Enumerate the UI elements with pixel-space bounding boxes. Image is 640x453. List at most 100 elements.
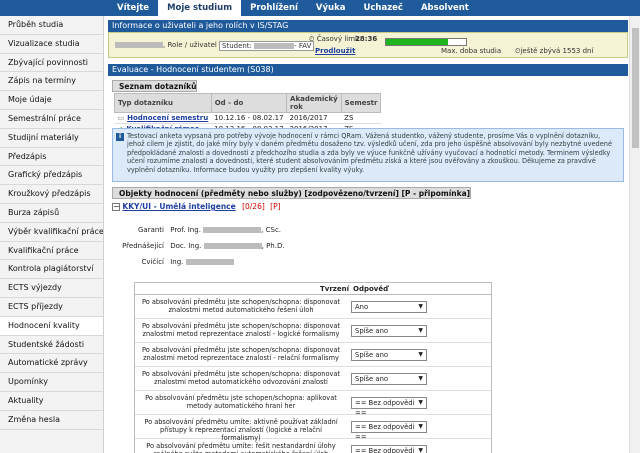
statement-text: Po absolvování předmětu umíte: řešit nes… xyxy=(146,442,336,453)
sidebar-item-6[interactable]: Studijní materiály xyxy=(0,129,103,148)
sidebar-item-7[interactable]: Předzápis xyxy=(0,148,103,167)
sidebar-item-13[interactable]: Kontrola plagiátorství xyxy=(0,260,103,280)
sidebar: Průběh studia Vizualizace studia Zbývající… xyxy=(0,16,104,453)
questionnaire-link[interactable]: Hodnocení semestru xyxy=(127,114,208,122)
chevron-down-icon: ▼ xyxy=(418,375,423,382)
sidebar-item-10[interactable]: Burza zápisů xyxy=(0,204,103,223)
sidebar-item-4[interactable]: Moje údaje xyxy=(0,91,103,110)
guarantor-suffix: , CSc. xyxy=(261,226,282,234)
sidebar-item-8[interactable]: Grafický předzápis xyxy=(0,166,103,186)
clock-icon: ⏲ xyxy=(309,35,315,43)
chevron-down-icon: ▼ xyxy=(418,447,423,453)
nav-tab-2[interactable]: Prohlížení xyxy=(241,0,307,16)
answer-select[interactable]: == Bez odpovědi ==▼ xyxy=(351,397,427,417)
course-line: − KKY/UI - Umělá inteligence [0/26] [P] xyxy=(112,202,281,211)
chevron-down-icon: ▼ xyxy=(418,399,423,406)
sidebar-item-3[interactable]: Zápis na termíny xyxy=(0,72,103,92)
student-label: Student: xyxy=(222,42,252,50)
sidebar-item-18[interactable]: Automatické zprávy xyxy=(0,354,103,374)
sidebar-item-2[interactable]: Zbývající povinnosti xyxy=(0,54,103,73)
evaluation-row: Po absolvování předmětu umíte: aktivně p… xyxy=(135,415,491,442)
answer-value: Spíše ano xyxy=(355,351,389,359)
remaining-days: ⏲ještě zbývá 1553 dní xyxy=(515,47,593,56)
redacted-exerciser xyxy=(185,259,234,265)
questionnaire-semester-cell: ZS xyxy=(341,112,381,124)
chevron-down-icon: ▼ xyxy=(418,327,423,334)
main-content: Informace o uživateli a jeho rolích v IS… xyxy=(108,20,628,453)
chevron-down-icon: ▼ xyxy=(418,423,423,430)
sidebar-item-17[interactable]: Studentské žádosti xyxy=(0,336,103,355)
lecturer-row: Přednášející Doc. Ing. , Ph.D. xyxy=(114,242,285,250)
statement-text: Po absolvování předmětu jste schopen/sch… xyxy=(141,322,341,338)
nav-tab-1[interactable]: Moje studium xyxy=(158,0,242,16)
answer-value: == Bez odpovědi == xyxy=(355,447,415,453)
evaluation-row: Po absolvování předmětu umíte: řešit nes… xyxy=(135,439,491,453)
questionnaires-section: Seznam dotazníků xyxy=(112,80,198,92)
evaluation-title: Evaluace - Hodnocení studentem (S038) xyxy=(108,64,628,76)
sidebar-item-5[interactable]: Semestrální práce xyxy=(0,110,103,129)
sidebar-item-1[interactable]: Vizualizace studia xyxy=(0,35,103,54)
page-scrollbar[interactable] xyxy=(629,16,640,453)
statement-text: Po absolvování předmětu jste schopen/sch… xyxy=(145,394,337,410)
guarantor-row: Garanti Prof. Ing. , CSc. xyxy=(114,226,281,234)
answer-select[interactable]: Spíše ano ▼ xyxy=(351,325,427,337)
session-progress-bar xyxy=(385,38,467,46)
questionnaire-header-0: Typ dotazníku xyxy=(114,93,212,113)
doc-icon: ▭ xyxy=(117,114,125,122)
sidebar-item-21[interactable]: Změna hesla xyxy=(0,411,103,430)
info-icon: i xyxy=(116,133,124,141)
exerciser-label: Cvičící xyxy=(141,258,164,266)
answer-value: Ano xyxy=(355,303,369,311)
sidebar-item-19[interactable]: Upomínky xyxy=(0,373,103,392)
nav-tab-3[interactable]: Výuka xyxy=(307,0,355,16)
scrollbar-thumb[interactable] xyxy=(632,28,639,148)
questionnaire-header-1: Od - do xyxy=(210,93,288,113)
nav-tab-4[interactable]: Uchazeč xyxy=(354,0,411,16)
user-info-body: , Role / uživatel Student: - FAV ⏲ Časov… xyxy=(108,32,628,58)
remaining-days-text: ještě zbývá 1553 dní xyxy=(520,47,594,55)
exerciser-value: Ing. xyxy=(170,258,184,266)
redacted-guarantor xyxy=(203,227,262,233)
course-link[interactable]: KKY/UI - Umělá inteligence xyxy=(122,202,235,211)
nav-tab-0[interactable]: Vítejte xyxy=(108,0,158,16)
sidebar-item-16[interactable]: Hodnocení kvality xyxy=(0,316,103,336)
exerciser-row: Cvičící Ing. xyxy=(114,258,234,266)
evaluation-panel: Evaluace - Hodnocení studentem (S038) Se… xyxy=(108,64,628,453)
questionnaire-period-cell: 10.12.16 - 08.02.17 xyxy=(211,112,287,124)
objects-section: Objekty hodnocení (předměty nebo služby)… xyxy=(112,187,472,199)
role-label: , Role / uživatel xyxy=(163,41,217,49)
time-remaining: 28:36 xyxy=(355,35,378,43)
questionnaires-label: Seznam dotazníků xyxy=(112,80,198,92)
nav-tab-5[interactable]: Absolvent xyxy=(412,0,478,16)
sidebar-item-0[interactable]: Průběh studia xyxy=(0,16,103,35)
sidebar-item-20[interactable]: Aktuality xyxy=(0,392,103,411)
extend-session-link[interactable]: Prodloužit xyxy=(315,47,355,55)
statement-text: Po absolvování předmětu jste schopen/sch… xyxy=(141,346,341,362)
info-note: i Testovací anketa vypsaná pro potřeby v… xyxy=(112,128,624,182)
top-navigation: Vítejte Moje studium Prohlížení Výuka Uchaze… xyxy=(0,0,640,16)
max-study-duration: Max. doba studia xyxy=(441,47,502,55)
redacted-student xyxy=(254,43,295,49)
answer-select[interactable]: Spíše ano ▼ xyxy=(351,373,427,385)
answer-select[interactable]: Ano ▼ xyxy=(351,301,427,313)
guarantor-value: Prof. Ing. xyxy=(170,226,201,234)
statement-text: Po absolvování předmětu jste schopen/sch… xyxy=(141,370,341,386)
questionnaire-year-cell: 2016/2017 xyxy=(286,112,342,124)
student-field: Student: - FAV xyxy=(219,41,315,51)
remark-link[interactable]: [P] xyxy=(270,202,280,211)
sidebar-item-15[interactable]: ECTS příjezdy xyxy=(0,298,103,317)
sidebar-item-11[interactable]: Výběr kvalifikační práce xyxy=(0,223,103,242)
objects-label: Objekty hodnocení (předměty nebo služby)… xyxy=(112,187,472,199)
answer-select[interactable]: == Bez odpovědi ==▼ xyxy=(351,421,427,441)
answer-select[interactable]: Spíše ano ▼ xyxy=(351,349,427,361)
lecturer-label: Přednášející xyxy=(122,242,164,250)
sidebar-item-14[interactable]: ECTS výjezdy xyxy=(0,279,103,298)
questionnaire-header-2: Akademický rok xyxy=(286,93,342,113)
sidebar-item-12[interactable]: Kvalifikační práce xyxy=(0,242,103,261)
sidebar-item-9[interactable]: Kroužkový předzápis xyxy=(0,185,103,204)
session-progress-fill xyxy=(386,39,449,45)
answer-counter: [0/26] xyxy=(242,202,265,211)
answer-select[interactable]: == Bez odpovědi ==▼ xyxy=(351,445,427,453)
minus-icon[interactable]: − xyxy=(112,203,120,211)
redacted-lecturer xyxy=(203,243,262,249)
